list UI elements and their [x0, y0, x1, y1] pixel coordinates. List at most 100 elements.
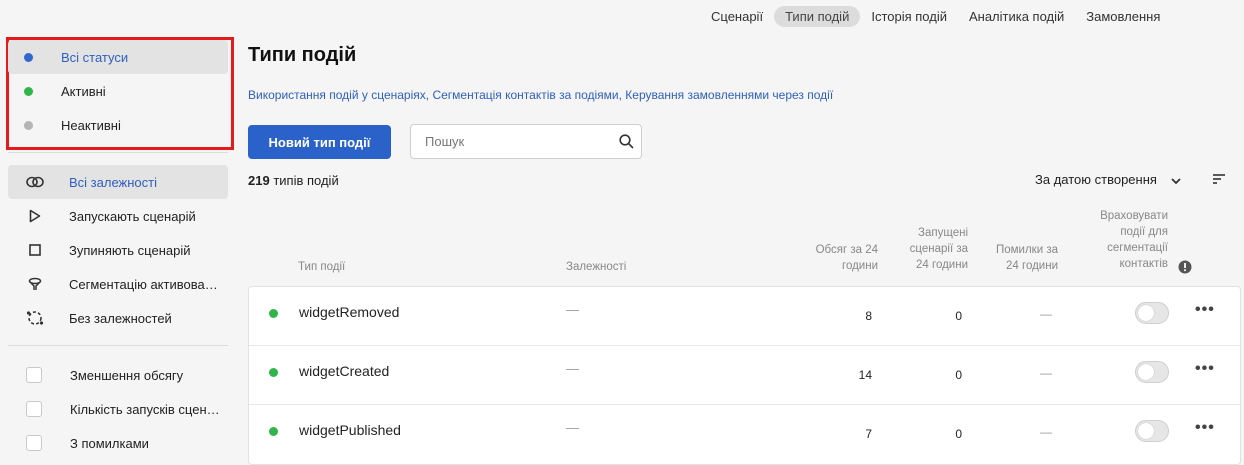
sidebar-item-label: Всі статуси [61, 49, 129, 65]
runs-value: 0 [955, 427, 962, 441]
search-input[interactable] [411, 134, 611, 149]
column-header-type: Тип події [298, 261, 346, 273]
no-dependency-icon [24, 309, 46, 327]
sort-label: За датою створення [1035, 172, 1157, 187]
errors-value: — [1040, 425, 1052, 439]
table-row[interactable]: widgetRemoved — 8 0 — ••• [249, 287, 1240, 346]
event-type-name[interactable]: widgetCreated [299, 363, 389, 379]
header-line: події для [1120, 226, 1168, 238]
filter-scenario-runs[interactable]: Кількість запусків сценаріїв [8, 392, 228, 426]
top-navigation: Сценарії Типи подій Історія подій Аналіт… [700, 6, 1171, 27]
sidebar-item-label: Запускають сценарій [69, 208, 196, 224]
help-link-segmentation[interactable]: Сегментація контактів за подіями [432, 88, 618, 102]
header-line: Обсяг за 24 [815, 244, 878, 256]
table-row[interactable]: widgetPublished — 7 0 — ••• [249, 405, 1240, 464]
more-options-icon[interactable]: ••• [1195, 419, 1215, 437]
new-event-type-button[interactable]: Новий тип події [248, 125, 391, 159]
active-status-dot-icon [269, 309, 278, 318]
runs-value: 0 [955, 368, 962, 382]
active-status-dot-icon [269, 427, 278, 436]
dependencies-value: — [566, 302, 579, 317]
sidebar-item-label: Активні [61, 83, 106, 99]
sidebar-divider [8, 152, 228, 153]
stop-icon [24, 241, 46, 259]
tab-orders[interactable]: Замовлення [1075, 6, 1171, 27]
column-header-dependencies: Залежності [566, 261, 627, 273]
count-number: 219 [248, 173, 270, 188]
filter-volume-decrease[interactable]: Зменшення обсягу [8, 358, 228, 392]
sidebar-item-label: Без залежностей [69, 310, 172, 326]
dependencies-value: — [566, 361, 579, 376]
link-icon [24, 173, 46, 191]
chevron-down-icon [1171, 172, 1181, 187]
volume-value: 14 [858, 368, 872, 382]
count-text: типів подій [273, 173, 339, 188]
runs-value: 0 [955, 309, 962, 323]
volume-value: 7 [865, 427, 872, 441]
sidebar-item-label: Зупиняють сценарій [69, 242, 191, 258]
header-line: 24 години [916, 259, 968, 271]
filter-funnel-icon [24, 275, 46, 293]
more-options-icon[interactable]: ••• [1195, 301, 1215, 319]
event-type-count: 219 типів подій [248, 173, 339, 188]
event-type-name[interactable]: widgetRemoved [299, 304, 399, 320]
tab-event-types[interactable]: Типи подій [774, 6, 861, 27]
status-dot-icon [24, 120, 33, 130]
sort-order-icon[interactable] [1212, 173, 1226, 188]
filter-label: З помилками [70, 435, 149, 451]
sidebar-item-label: Неактивні [61, 117, 121, 133]
header-line: сегментації [1107, 242, 1168, 254]
header-line: Помилки за [995, 244, 1058, 256]
filter-with-errors[interactable]: З помилками [8, 426, 228, 460]
info-icon[interactable] [1178, 260, 1192, 277]
checkbox[interactable] [26, 367, 42, 383]
tab-event-history[interactable]: Історія подій [860, 6, 958, 27]
help-links: Використання подій у сценаріях, Сегмента… [248, 88, 834, 102]
event-types-table: widgetRemoved — 8 0 — ••• widgetCreated … [248, 286, 1241, 465]
header-line: Запущені [918, 227, 968, 239]
table-row[interactable]: widgetCreated — 14 0 — ••• [249, 346, 1240, 405]
errors-value: — [1040, 366, 1052, 380]
help-link-orders[interactable]: Керування замовленнями через події [625, 88, 833, 102]
filter-label: Зменшення обсягу [70, 367, 184, 383]
sidebar-item-label: Сегментацію активовано [69, 276, 219, 292]
sidebar-item-all-statuses[interactable]: Всі статуси [8, 40, 228, 74]
header-line: сценарії за [909, 243, 968, 255]
column-header-errors: Помилки за 24 години [968, 242, 1058, 274]
column-header-segmentation: Враховувати події для сегментації контак… [1068, 208, 1168, 272]
more-options-icon[interactable]: ••• [1195, 360, 1215, 378]
play-icon [24, 207, 46, 225]
header-line: Враховувати [1100, 210, 1168, 222]
errors-value: — [1040, 307, 1052, 321]
header-line: 24 години [1006, 260, 1058, 272]
search-box [410, 124, 642, 159]
checkbox[interactable] [26, 401, 42, 417]
header-line: години [842, 260, 878, 272]
dependencies-value: — [566, 420, 579, 435]
help-link-scenarios[interactable]: Використання подій у сценаріях [248, 88, 426, 102]
sort-dropdown[interactable]: За датою створення [1035, 172, 1181, 187]
sidebar: Всі статуси Активні Неактивні Всі залежн… [8, 40, 228, 460]
column-header-runs: Запущені сценарії за 24 години [878, 225, 968, 273]
sidebar-item-active[interactable]: Активні [8, 74, 228, 108]
status-dot-icon [24, 86, 33, 96]
search-icon[interactable] [611, 134, 641, 149]
header-line: контактів [1119, 258, 1168, 270]
sidebar-item-no-dependencies[interactable]: Без залежностей [8, 301, 228, 335]
segmentation-toggle[interactable] [1135, 420, 1169, 442]
tab-scenarios[interactable]: Сценарії [700, 6, 774, 27]
sidebar-item-segmentation-enabled[interactable]: Сегментацію активовано [8, 267, 228, 301]
sidebar-item-inactive[interactable]: Неактивні [8, 108, 228, 142]
segmentation-toggle[interactable] [1135, 302, 1169, 324]
tab-event-analytics[interactable]: Аналітика подій [958, 6, 1075, 27]
volume-value: 8 [865, 309, 872, 323]
event-type-name[interactable]: widgetPublished [299, 422, 401, 438]
status-dot-icon [24, 52, 33, 62]
page-title: Типи подій [248, 44, 357, 66]
sidebar-item-all-dependencies[interactable]: Всі залежності [8, 165, 228, 199]
segmentation-toggle[interactable] [1135, 361, 1169, 383]
sidebar-item-stop-scenario[interactable]: Зупиняють сценарій [8, 233, 228, 267]
checkbox[interactable] [26, 435, 42, 451]
column-header-volume: Обсяг за 24 години [788, 242, 878, 274]
sidebar-item-start-scenario[interactable]: Запускають сценарій [8, 199, 228, 233]
